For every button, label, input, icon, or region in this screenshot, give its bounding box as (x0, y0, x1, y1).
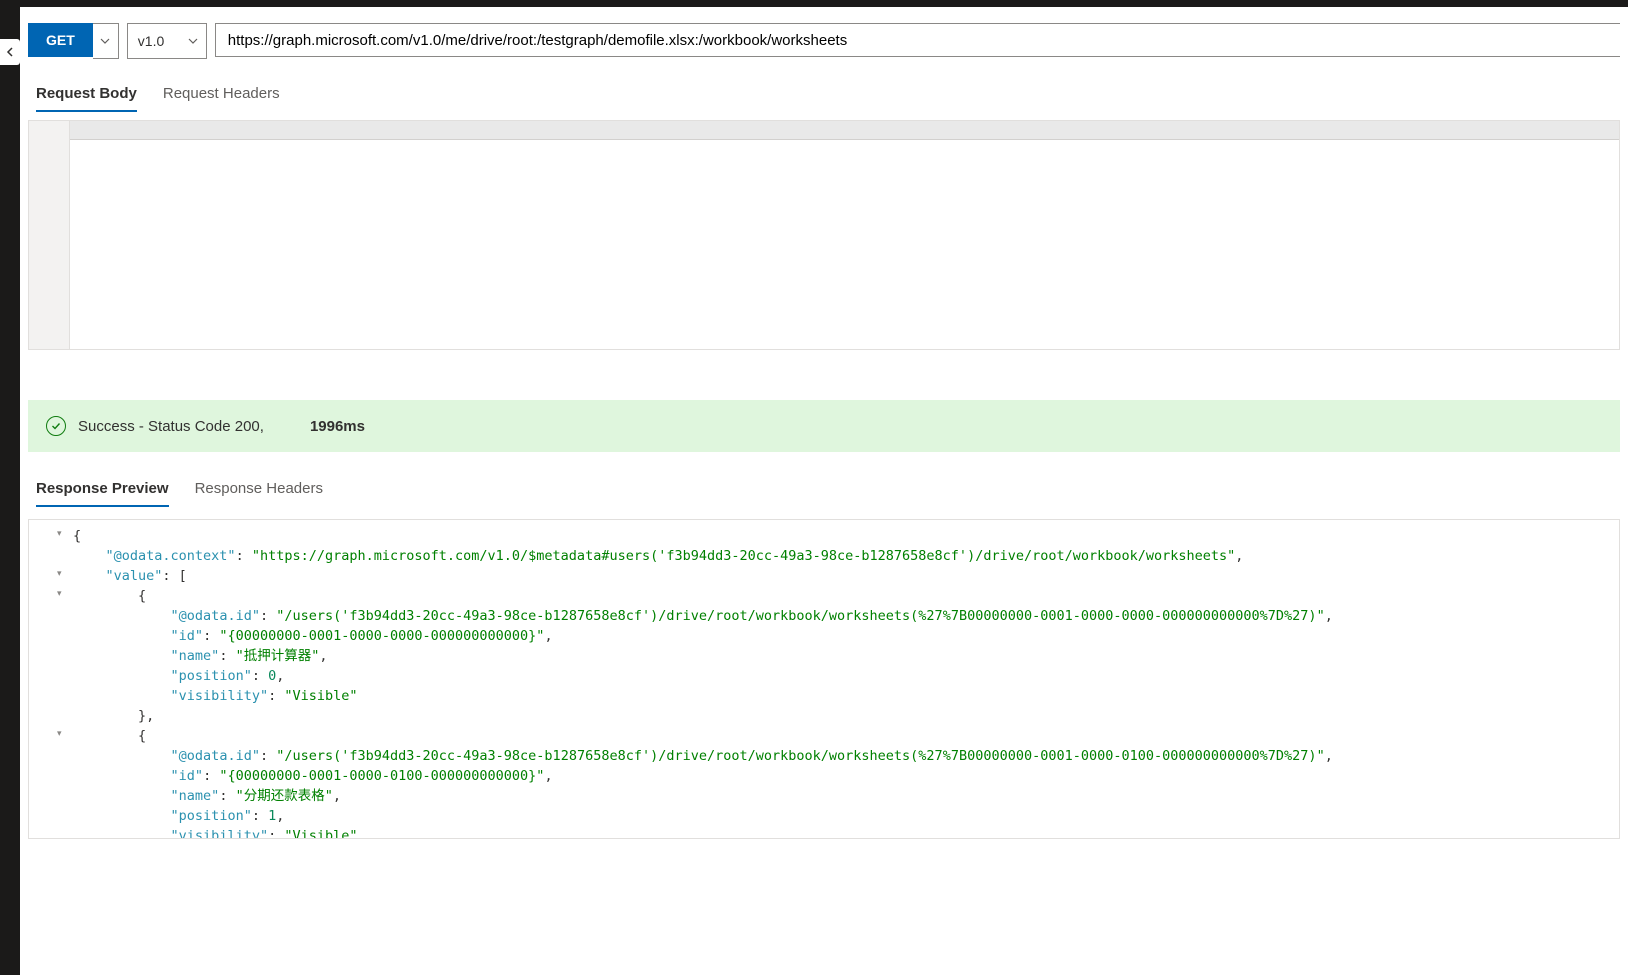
editor-gutter (29, 121, 70, 349)
http-method-dropdown[interactable] (93, 23, 119, 59)
fold-caret-icon[interactable]: ▾ (57, 588, 62, 599)
api-version-label: v1.0 (138, 33, 164, 49)
http-method-selector: GET (28, 23, 119, 59)
response-json: { "@odata.context": "https://graph.micro… (69, 520, 1619, 838)
request-bar: GET v1.0 (28, 7, 1620, 59)
editor-current-line (70, 121, 1619, 140)
response-gutter: ▾ ▾ ▾ ▾ (29, 520, 69, 838)
response-viewer[interactable]: ▾ ▾ ▾ ▾ { "@odata.context": "https://gra… (28, 519, 1620, 839)
tab-request-headers[interactable]: Request Headers (163, 79, 280, 110)
left-sidebar-collapsed (0, 7, 20, 975)
response-tabs: Response Preview Response Headers (28, 474, 1620, 505)
tab-request-body[interactable]: Request Body (36, 79, 137, 110)
tab-response-headers[interactable]: Response Headers (195, 474, 323, 505)
status-time: 1996ms (310, 418, 365, 435)
expand-sidebar-button[interactable] (0, 39, 20, 65)
chevron-down-icon (100, 33, 110, 49)
fold-caret-icon[interactable]: ▾ (57, 728, 62, 739)
status-message: Success - Status Code 200, (78, 418, 264, 435)
window-topbar (0, 0, 1628, 7)
request-body-editor[interactable] (28, 120, 1620, 350)
fold-caret-icon[interactable]: ▾ (57, 528, 62, 539)
request-tabs: Request Body Request Headers (28, 79, 1620, 110)
request-url-input[interactable] (215, 23, 1620, 57)
fold-caret-icon[interactable]: ▾ (57, 568, 62, 579)
editor-body[interactable] (70, 121, 1619, 349)
chevron-left-icon (5, 47, 15, 57)
success-icon (46, 416, 66, 436)
api-version-dropdown[interactable]: v1.0 (127, 23, 207, 59)
main-panel: GET v1.0 Request Body Request Headers Su… (20, 7, 1628, 975)
status-bar: Success - Status Code 200, 1996ms (28, 400, 1620, 452)
chevron-down-icon (188, 33, 198, 49)
tab-response-preview[interactable]: Response Preview (36, 474, 169, 505)
http-method-button[interactable]: GET (28, 23, 93, 57)
